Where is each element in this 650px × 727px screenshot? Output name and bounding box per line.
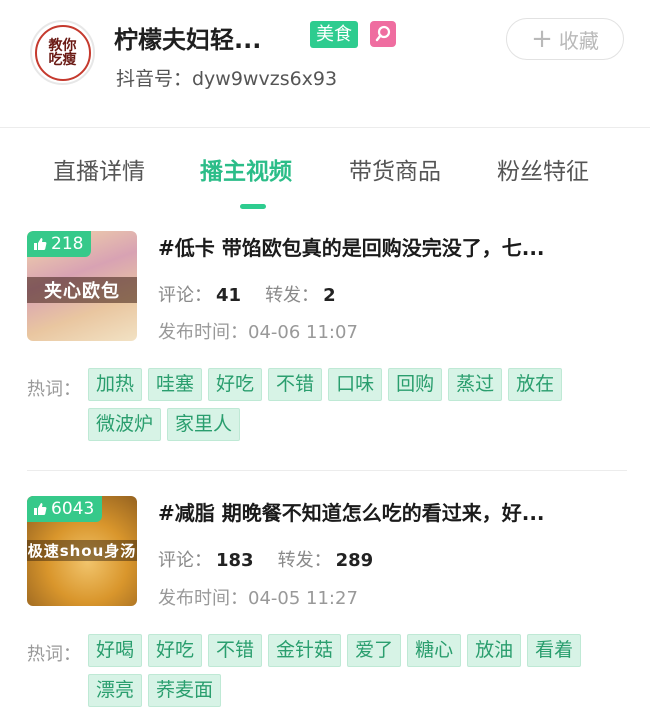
favorite-button[interactable]: + 收藏	[506, 18, 624, 60]
hotword-list: 加热 哇塞 好吃 不错 口味 回购 蒸过 放在 微波炉 家里人	[88, 368, 608, 441]
shares-label: 转发：	[265, 285, 320, 306]
like-count: 6043	[51, 499, 95, 519]
hotword-chip[interactable]: 好吃	[148, 634, 203, 667]
profile-header: 教你吃瘦 柠檬夫妇轻... 美食 + 收藏 抖音号：dyw9wvzs6x93	[0, 0, 650, 128]
hotword-chip[interactable]: 回购	[388, 368, 443, 401]
video-thumbnail[interactable]: 6043 极速shou身汤	[27, 496, 137, 606]
like-badge: 6043	[27, 496, 103, 522]
avatar-text: 教你吃瘦	[48, 37, 77, 68]
header-divider	[0, 127, 650, 128]
video-thumbnail[interactable]: 218 夹心欧包	[27, 231, 137, 341]
tab-live-detail[interactable]: 直播详情	[53, 152, 145, 186]
page: 教你吃瘦 柠檬夫妇轻... 美食 + 收藏 抖音号：dyw9wvzs6x93 直…	[0, 0, 650, 727]
like-badge: 218	[27, 231, 92, 257]
hotword-chip[interactable]: 放在	[508, 368, 563, 401]
hotword-chip[interactable]: 口味	[328, 368, 383, 401]
search-icon[interactable]	[370, 21, 396, 47]
hotword-chip[interactable]: 微波炉	[88, 408, 162, 441]
thumb-caption: 夹心欧包	[27, 277, 137, 303]
hotword-chip[interactable]: 荞麦面	[148, 674, 222, 707]
card-divider	[27, 470, 627, 471]
video-title[interactable]: #减脂 期晚餐不知道怎么吃的看过来，好...	[158, 497, 545, 526]
thumb-caption: 极速shou身汤	[27, 540, 137, 561]
comments-count: 41	[216, 285, 242, 306]
tab-indicator	[240, 204, 266, 209]
avatar-ring: 教你吃瘦	[34, 24, 91, 81]
account-title: 柠檬夫妇轻...	[114, 26, 262, 54]
hotword-chip[interactable]: 放油	[467, 634, 522, 667]
comments-label: 评论：	[158, 550, 212, 571]
tab-videos[interactable]: 播主视频	[200, 152, 292, 186]
tab-products[interactable]: 带货商品	[349, 152, 441, 186]
hotword-chip[interactable]: 好喝	[88, 634, 143, 667]
tab-bar: 直播详情 播主视频 带货商品 粉丝特征	[0, 140, 650, 210]
publish-time: 发布时间：04-05 11:27	[158, 588, 358, 609]
shares-count: 289	[335, 550, 374, 571]
comments-label: 评论：	[158, 285, 212, 306]
hotword-chip[interactable]: 爱了	[347, 634, 402, 667]
douyin-id: 抖音号：dyw9wvzs6x93	[116, 68, 338, 90]
hotword-chip[interactable]: 哇塞	[148, 368, 203, 401]
like-count: 218	[51, 234, 84, 254]
video-stats: 评论： 183 转发： 289	[158, 546, 397, 572]
video-stats: 评论： 41 转发： 2	[158, 281, 360, 307]
hotword-chip[interactable]: 看着	[527, 634, 582, 667]
category-tag: 美食	[310, 21, 358, 48]
shares-count: 2	[323, 285, 336, 306]
hotword-chip[interactable]: 漂亮	[88, 674, 143, 707]
tab-fans[interactable]: 粉丝特征	[497, 152, 589, 186]
hotword-chip[interactable]: 加热	[88, 368, 143, 401]
video-title[interactable]: #低卡 带馅欧包真的是回购没完没了，七...	[158, 232, 545, 261]
thumbs-up-icon	[34, 238, 47, 250]
hotword-chip[interactable]: 糖心	[407, 634, 462, 667]
comments-count: 183	[216, 550, 254, 571]
hotword-list: 好喝 好吃 不错 金针菇 爱了 糖心 放油 看着 漂亮 荞麦面	[88, 634, 608, 707]
shares-label: 转发：	[277, 550, 332, 571]
hotword-chip[interactable]: 不错	[208, 634, 263, 667]
hotword-label: 热词：	[27, 644, 81, 665]
hotword-chip[interactable]: 蒸过	[448, 368, 503, 401]
hotword-chip[interactable]: 不错	[268, 368, 323, 401]
publish-time: 发布时间：04-06 11:07	[158, 322, 358, 343]
hotword-chip[interactable]: 家里人	[167, 408, 241, 441]
hotword-chip[interactable]: 好吃	[208, 368, 263, 401]
avatar[interactable]: 教你吃瘦	[30, 20, 95, 85]
favorite-label: 收藏	[558, 28, 599, 53]
hotword-chip[interactable]: 金针菇	[268, 634, 342, 667]
thumbs-up-icon	[34, 503, 47, 515]
hotword-label: 热词：	[27, 379, 81, 400]
plus-icon: +	[531, 24, 553, 54]
